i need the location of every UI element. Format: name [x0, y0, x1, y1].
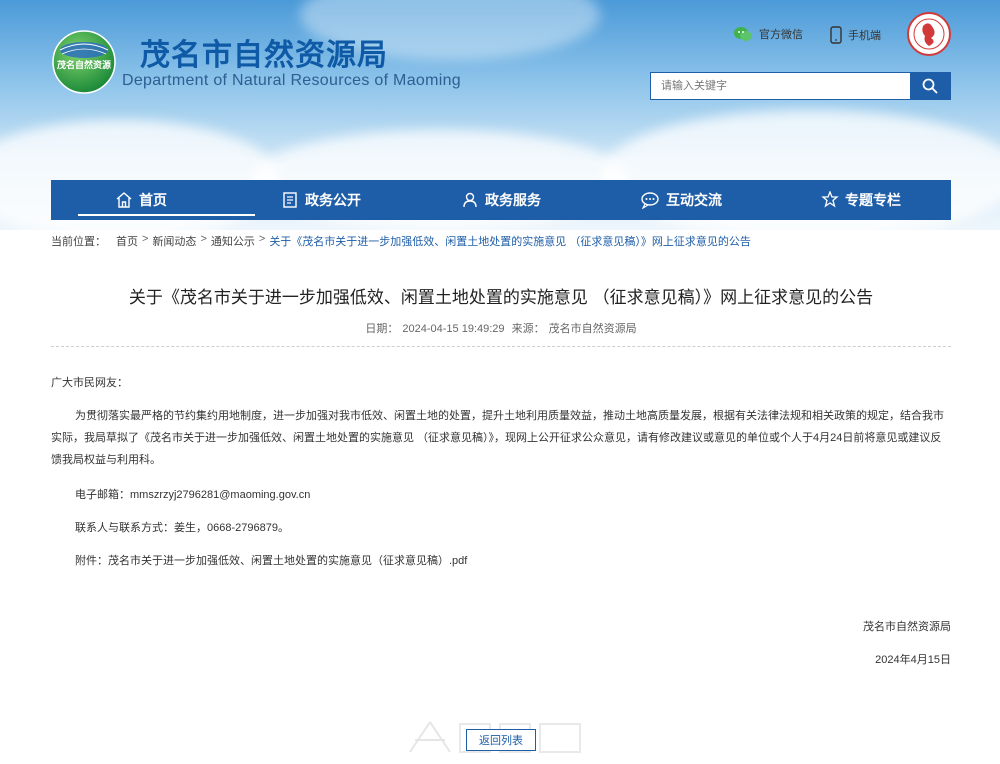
breadcrumb-separator: > [142, 233, 149, 245]
article-date: 2024-04-15 19:49:29 [402, 323, 505, 335]
breadcrumb: 当前位置： 首页 > 新闻动态 > 通知公示 > 关于《茂名市关于进一步加强低效… [51, 233, 751, 249]
article-source: 茂名市自然资源局 [548, 323, 637, 335]
site-logo-icon[interactable]: 茂名自然资源 [52, 30, 116, 94]
article-attachment: 附件：茂名市关于进一步加强低效、闲置土地处置的实施意见（征求意见稿）.pdf [75, 550, 951, 572]
nav-interaction-label: 互动交流 [666, 192, 722, 208]
nav-item-special-topics[interactable]: 专题专栏 [771, 180, 951, 220]
breadcrumb-separator: > [258, 233, 266, 245]
document-icon [281, 191, 299, 209]
breadcrumb-separator: > [200, 233, 207, 245]
search-input[interactable] [651, 73, 910, 99]
nav-item-services[interactable]: 政务服务 [411, 180, 591, 220]
attachment-label: 附件： [75, 555, 108, 567]
nav-special-topics-label: 专题专栏 [845, 192, 901, 208]
divider [51, 346, 951, 347]
logo-text: 茂名自然资源 [56, 59, 111, 71]
source-label: 来源： [511, 323, 545, 335]
breadcrumb-notices[interactable]: 通知公示 [211, 233, 255, 249]
article-signature: 茂名市自然资源局 [863, 621, 951, 633]
wechat-label: 官方微信 [759, 29, 803, 41]
maoming-emblem-icon [907, 12, 951, 56]
search-icon [922, 78, 938, 94]
nav-home-label: 首页 [139, 192, 167, 208]
nav-item-home[interactable]: 首页 [51, 180, 255, 220]
breadcrumb-prefix: 当前位置： [51, 236, 106, 248]
chat-icon [640, 191, 660, 209]
article-email: 电子邮箱：mmszrzyj2796281@maoming.gov.cn [75, 489, 311, 501]
article-meta: 日期： 2024-04-15 19:49:29 来源： 茂名市自然资源局 [51, 320, 951, 336]
breadcrumb-current[interactable]: 关于《茂名市关于进一步加强低效、闲置土地处置的实施意见 （征求意见稿）》网上征求… [269, 233, 751, 249]
main-nav: 首页 政务公开 政务服务 互动交流 专题专栏 [51, 180, 951, 220]
breadcrumb-news[interactable]: 新闻动态 [152, 233, 196, 249]
date-label: 日期： [365, 323, 399, 335]
back-to-list-button[interactable]: 返回列表 [466, 729, 536, 751]
breadcrumb-home[interactable]: 首页 [116, 233, 138, 249]
site-subtitle: Department of Natural Resources of Maomi… [122, 72, 461, 89]
mobile-label: 手机端 [848, 30, 881, 42]
mobile-phone-icon [830, 26, 842, 44]
nav-item-government-affairs[interactable]: 政务公开 [231, 180, 411, 220]
article-greeting: 广大市民网友： [51, 377, 128, 389]
article-title: 关于《茂名市关于进一步加强低效、闲置土地处置的实施意见 （征求意见稿）》网上征求… [128, 288, 874, 307]
mobile-link[interactable]: 手机端 [830, 26, 881, 44]
search-box [650, 72, 951, 100]
feature-icon [821, 191, 839, 209]
attachment-link[interactable]: 茂名市关于进一步加强低效、闲置土地处置的实施意见（征求意见稿）.pdf [108, 555, 467, 567]
article-sign-date: 2024年4月15日 [875, 654, 951, 666]
nav-services-label: 政务服务 [485, 192, 541, 208]
article-body: 为贯彻落实最严格的节约集约用地制度，进一步加强对我市低效、闲置土地的处置，提升土… [51, 410, 944, 466]
wechat-icon [733, 26, 753, 42]
service-person-icon [461, 191, 479, 209]
site-title: 茂名市自然资源局 [140, 38, 388, 73]
article-contact: 联系人与联系方式：姜生，0668-2796879。 [75, 522, 289, 534]
search-button[interactable] [910, 73, 950, 99]
nav-government-affairs-label: 政务公开 [305, 192, 361, 208]
nav-item-interaction[interactable]: 互动交流 [591, 180, 771, 220]
wechat-link[interactable]: 官方微信 [733, 26, 803, 42]
home-icon [115, 191, 133, 209]
